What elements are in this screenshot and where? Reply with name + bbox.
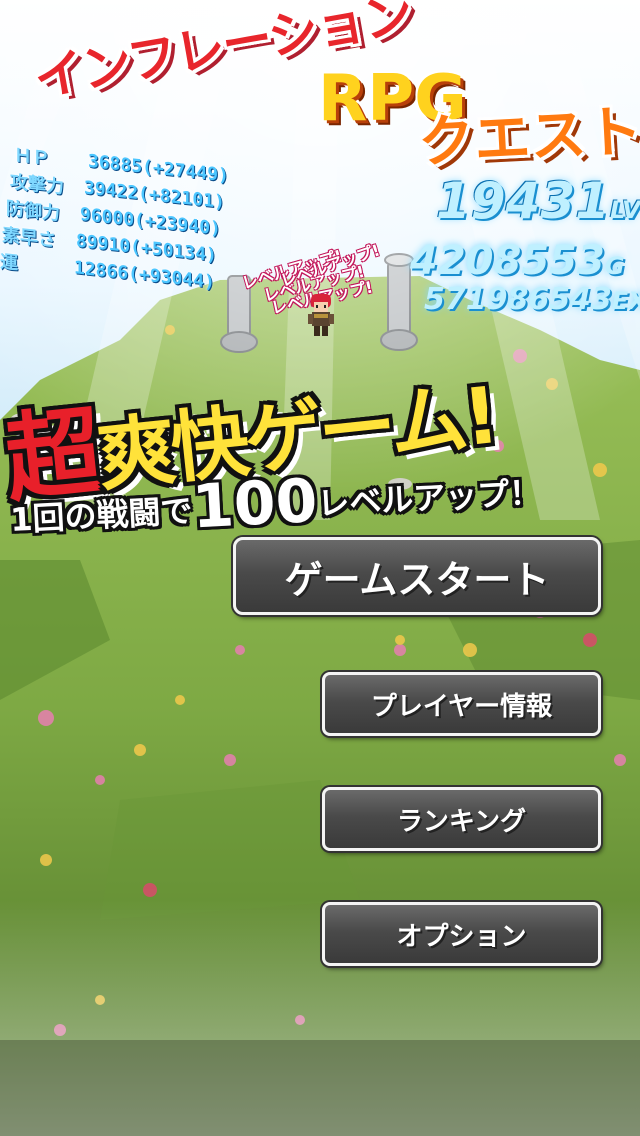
exp-unit: EXP <box>611 287 640 315</box>
banner-sub-number: 100 <box>190 466 320 543</box>
exp-display: 571986543EXP <box>424 282 640 317</box>
stats-panel: ＨＰ 36885(+27449) 攻撃力 39422(+82101) 防御力 9… <box>0 140 229 298</box>
ranking-button[interactable]: ランキング <box>322 787 601 851</box>
exp-value: 571986543 <box>424 282 612 317</box>
title-quest: クエスト <box>416 99 640 176</box>
level-value: 19431 <box>436 172 610 230</box>
level-unit: LV <box>609 196 640 224</box>
banner-sub-suffix: レベルアップ！ <box>316 473 543 523</box>
options-button[interactable]: オプション <box>322 902 601 966</box>
banner-sub-prefix: 1回の戦闘で <box>9 491 194 540</box>
player-info-button[interactable]: プレイヤー情報 <box>322 672 601 736</box>
gold-display: 4208553G <box>410 238 625 284</box>
level-display: 19431LV <box>436 172 640 230</box>
gold-unit: G <box>604 252 625 280</box>
hero-sprite <box>308 294 334 336</box>
game-start-button[interactable]: ゲームスタート <box>233 537 601 615</box>
gold-value: 4208553 <box>410 238 605 284</box>
